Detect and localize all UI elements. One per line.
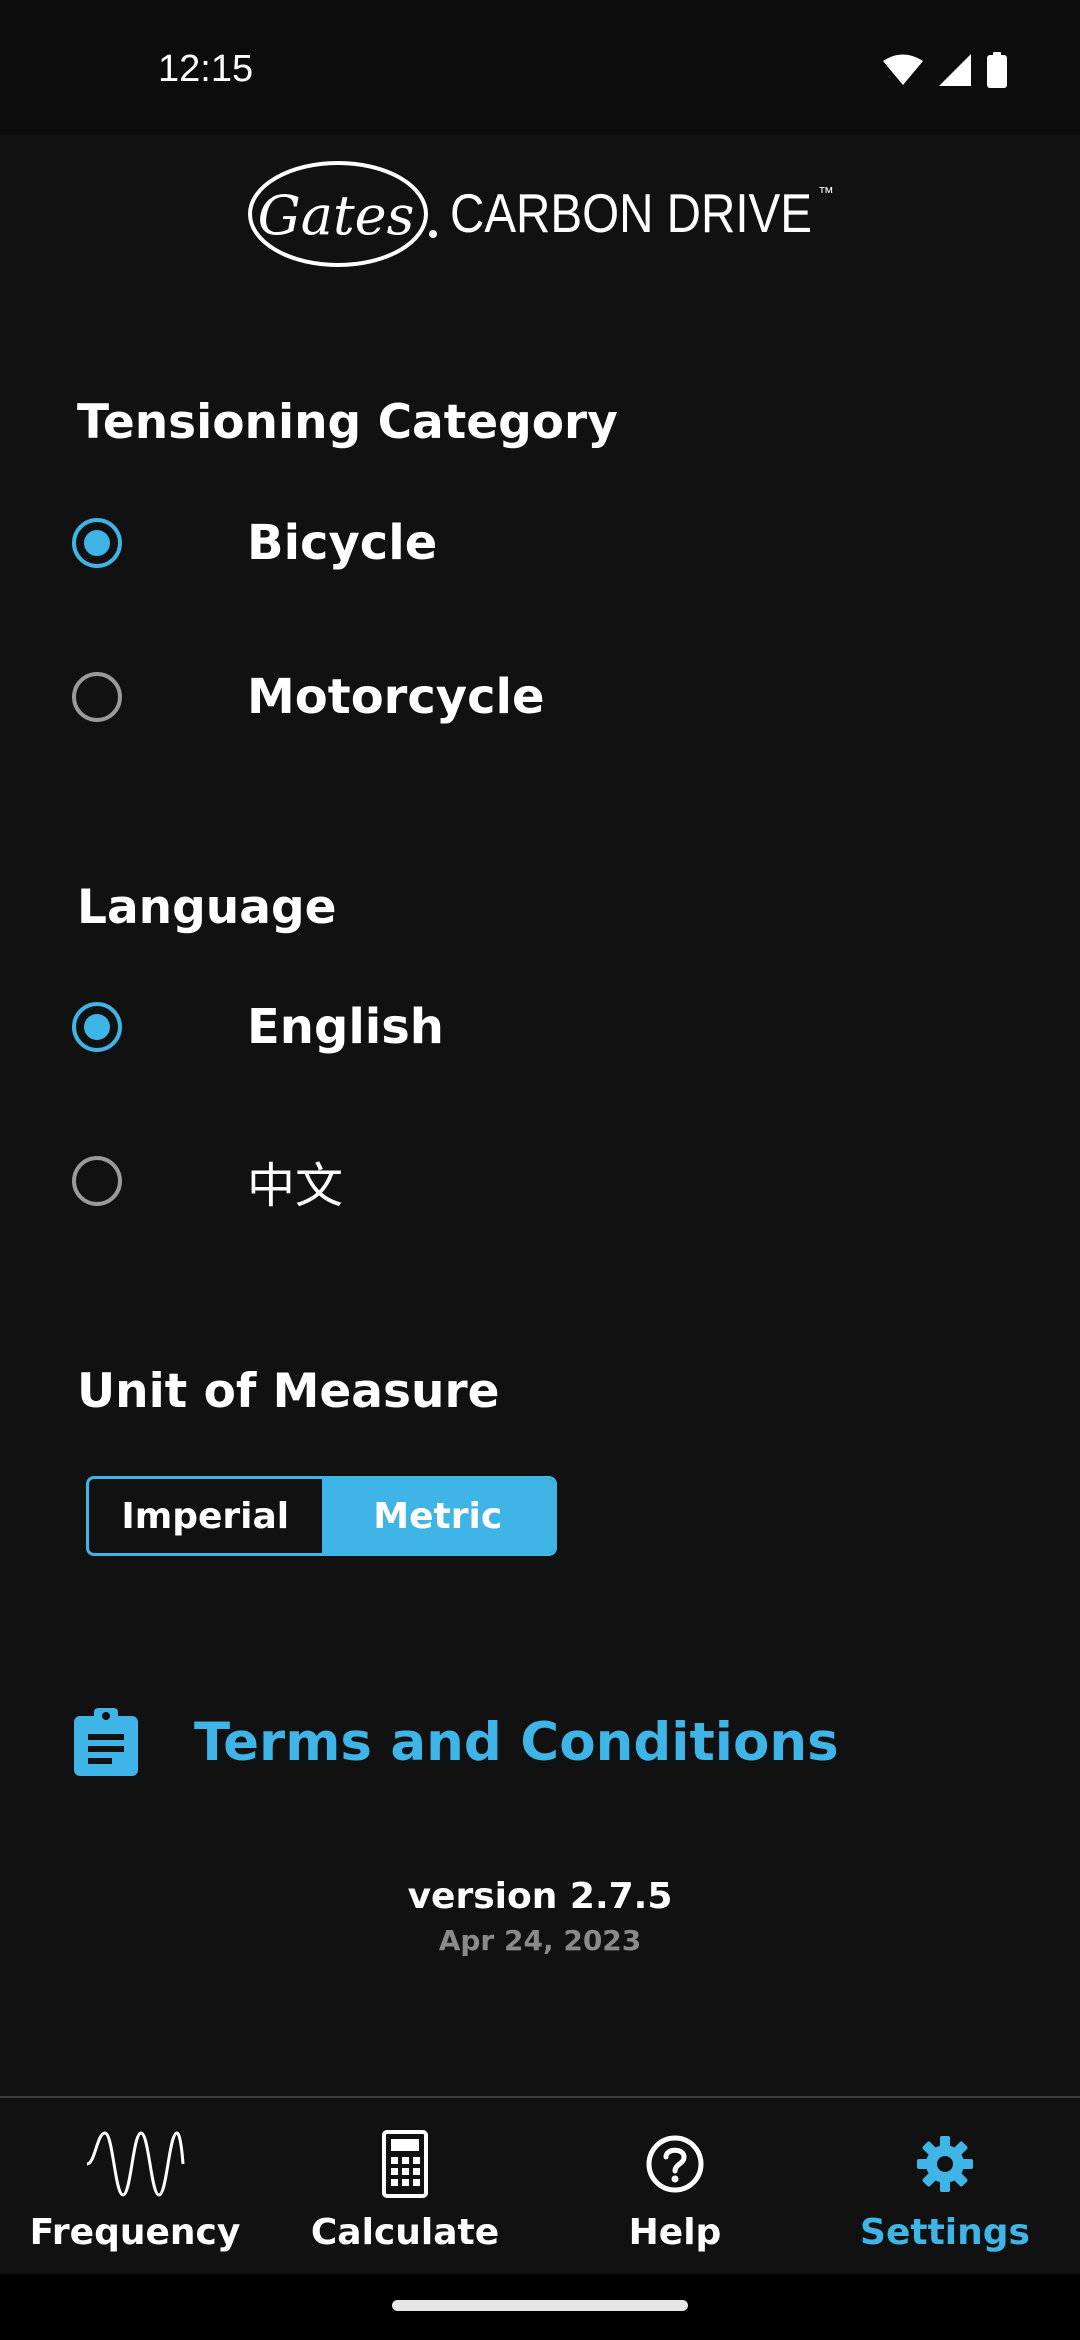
clipboard-icon: [74, 1708, 138, 1776]
nav-label-calculate: Calculate: [310, 2212, 500, 2253]
radio-english[interactable]: English: [72, 987, 972, 1067]
help-circle-icon: [646, 2135, 704, 2193]
tensioning-category-title: Tensioning Category: [77, 395, 618, 450]
battery-icon: [987, 52, 1007, 88]
gear-icon: [917, 2136, 973, 2192]
status-icons: [882, 52, 1008, 88]
language-title: Language: [77, 880, 337, 935]
radio-chinese[interactable]: 中文: [72, 1141, 972, 1221]
gates-carbon-drive-logo: Gates CARBON DRIVE ™: [248, 161, 834, 267]
gesture-handle[interactable]: [392, 2300, 688, 2311]
sine-wave-icon: [86, 2131, 185, 2197]
logo-brand: Gates: [258, 184, 415, 247]
nav-label-frequency: Frequency: [29, 2212, 241, 2253]
radio-label-motorcycle: Motorcycle: [247, 669, 545, 725]
wifi-icon: [883, 54, 923, 85]
nav-label-help: Help: [628, 2212, 722, 2253]
radio-button-selected[interactable]: [72, 518, 122, 568]
radio-label-english: English: [247, 999, 444, 1055]
cellular-signal-icon: [939, 54, 971, 86]
logo-trademark: ™: [818, 185, 834, 202]
radio-bicycle[interactable]: Bicycle: [72, 503, 972, 583]
unit-option-imperial[interactable]: Imperial: [89, 1479, 322, 1553]
version-date: Apr 24, 2023: [438, 1924, 642, 1957]
version-label: version 2.7.5: [407, 1876, 673, 1917]
unit-option-metric[interactable]: Metric: [321, 1479, 554, 1553]
radio-button-selected[interactable]: [72, 1002, 122, 1052]
radio-button-unselected[interactable]: [72, 1156, 122, 1206]
nav-label-settings: Settings: [860, 2212, 1030, 2253]
terms-and-conditions-link[interactable]: Terms and Conditions: [74, 1702, 839, 1782]
unit-toggle: Imperial Metric: [86, 1476, 557, 1556]
nav-item-frequency[interactable]: Frequency: [0, 2098, 270, 2276]
radio-button-unselected[interactable]: [72, 672, 122, 722]
status-time: 12:15: [158, 48, 254, 90]
nav-item-calculate[interactable]: Calculate: [270, 2098, 540, 2276]
calculator-icon: [382, 2130, 428, 2198]
radio-label-chinese: 中文: [247, 1158, 344, 1214]
bottom-navigation: Frequency Calculate Help Settings: [0, 2096, 1080, 2276]
radio-motorcycle[interactable]: Motorcycle: [72, 657, 972, 737]
radio-label-bicycle: Bicycle: [247, 515, 438, 571]
unit-of-measure-title: Unit of Measure: [77, 1364, 500, 1419]
nav-item-settings[interactable]: Settings: [810, 2098, 1080, 2276]
nav-item-help[interactable]: Help: [540, 2098, 810, 2276]
terms-and-conditions-label: Terms and Conditions: [194, 1711, 839, 1773]
logo-product: CARBON DRIVE: [450, 182, 812, 244]
status-bar: 12:15: [0, 0, 1080, 135]
